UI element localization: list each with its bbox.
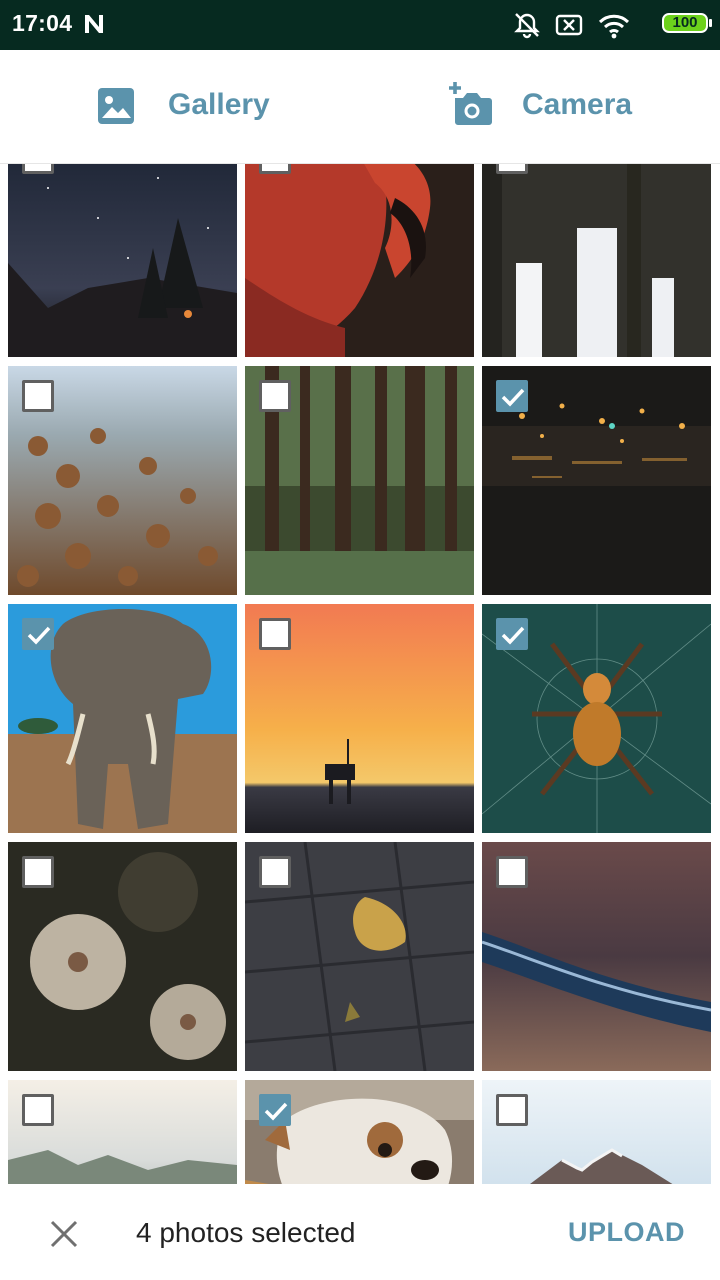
select-checkbox[interactable] — [22, 380, 54, 412]
photo-thumbnail[interactable] — [8, 842, 237, 1071]
status-icons: 100 — [512, 10, 712, 40]
wifi-icon — [598, 14, 630, 39]
photo-thumbnail[interactable] — [8, 604, 237, 833]
photo-thumbnail[interactable] — [482, 1080, 711, 1184]
selected-count: 4 photos selected — [136, 1217, 356, 1248]
photo-thumbnail[interactable] — [8, 366, 237, 595]
select-checkbox[interactable] — [259, 380, 291, 412]
select-checkbox[interactable] — [259, 1094, 291, 1126]
select-checkbox[interactable] — [22, 856, 54, 888]
photo-thumbnail[interactable] — [245, 164, 474, 357]
source-tabs: Gallery Camera — [0, 50, 720, 164]
photo-thumbnail[interactable] — [8, 164, 237, 357]
select-checkbox[interactable] — [259, 164, 291, 174]
photo-thumbnail[interactable] — [245, 604, 474, 833]
select-checkbox[interactable] — [496, 856, 528, 888]
tab-gallery-label: Gallery — [168, 88, 270, 121]
selection-bar: 4 photos selected UPLOAD — [0, 1184, 720, 1280]
status-bar: 17:04 100 — [0, 0, 720, 50]
select-checkbox[interactable] — [496, 618, 528, 650]
photo-grid — [0, 164, 720, 1184]
image-icon — [98, 88, 134, 124]
upload-button[interactable]: UPLOAD — [568, 1217, 685, 1248]
select-checkbox[interactable] — [22, 1094, 54, 1126]
sim-x-icon — [555, 14, 583, 36]
battery-icon: 100 — [662, 13, 712, 33]
close-icon[interactable] — [46, 1216, 82, 1252]
select-checkbox[interactable] — [496, 380, 528, 412]
photo-thumbnail[interactable] — [482, 164, 711, 357]
status-time: 17:04 — [12, 10, 73, 36]
select-checkbox[interactable] — [496, 164, 528, 174]
alarm-off-icon — [514, 13, 540, 39]
tab-camera[interactable]: Camera — [445, 50, 665, 163]
photo-thumbnail[interactable] — [482, 604, 711, 833]
photo-thumbnail[interactable] — [245, 366, 474, 595]
photo-ruins-arches — [482, 164, 711, 357]
select-checkbox[interactable] — [496, 1094, 528, 1126]
photo-thumbnail[interactable] — [482, 842, 711, 1071]
photo-thumbnail[interactable] — [245, 1080, 474, 1184]
select-checkbox[interactable] — [22, 618, 54, 650]
select-checkbox[interactable] — [22, 164, 54, 174]
photo-thumbnail[interactable] — [8, 1080, 237, 1184]
select-checkbox[interactable] — [259, 856, 291, 888]
select-checkbox[interactable] — [259, 618, 291, 650]
photo-night-sky — [8, 164, 237, 357]
tab-gallery[interactable]: Gallery — [96, 50, 296, 163]
photo-thumbnail[interactable] — [482, 366, 711, 595]
n-notification-icon — [82, 12, 106, 41]
photo-thumbnail[interactable] — [245, 842, 474, 1071]
add-camera-icon — [449, 82, 492, 125]
photo-flamingo — [245, 164, 474, 357]
tab-camera-label: Camera — [522, 88, 633, 121]
